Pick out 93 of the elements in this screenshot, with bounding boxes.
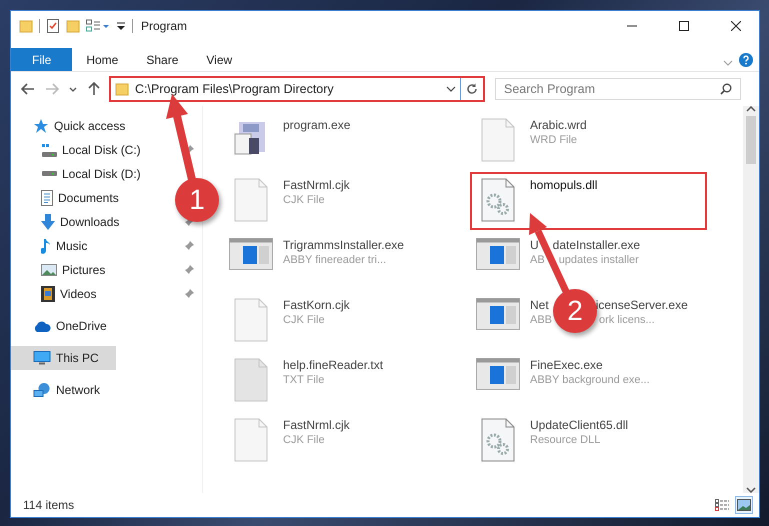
file-type: updates installer [558, 254, 639, 266]
sidebar-item[interactable]: Network [11, 378, 104, 402]
caret-icon [69, 86, 77, 92]
dropdown-caret-icon[interactable] [446, 85, 456, 93]
ribbon-tab[interactable]: Share [132, 48, 192, 71]
file-name: program.exe [283, 118, 350, 132]
gear-file-icon [481, 418, 515, 462]
file-type: ABB [530, 314, 552, 326]
file-icon [234, 298, 268, 342]
film-icon [41, 286, 55, 302]
file-type: ork licens... [599, 314, 655, 326]
scroll-up-icon[interactable] [746, 106, 756, 112]
sidebar-item[interactable]: Music [11, 234, 92, 258]
details-view-button[interactable] [713, 496, 731, 514]
help-icon[interactable] [739, 53, 753, 67]
maximize-icon [679, 21, 689, 31]
file-type: TXT File [283, 374, 324, 386]
refresh-icon[interactable] [466, 83, 478, 95]
address-bar[interactable]: C:\Program Files\Program Directory [109, 76, 485, 102]
file-name: UpdateClient65.dll [530, 418, 628, 432]
up-arrow-icon [88, 82, 100, 96]
minimize-icon [627, 25, 637, 27]
file-name: help.fineReader.txt [283, 358, 384, 372]
sidebar-item[interactable]: Videos [11, 282, 100, 306]
file-name: icenseServer.exe [596, 298, 688, 312]
file-name: FastNrml.cjk [283, 418, 350, 432]
sidebar-item[interactable]: This PC [11, 346, 116, 370]
star-icon [33, 118, 49, 134]
search-field[interactable]: Search Program [495, 78, 741, 100]
ribbon-tab[interactable]: Home [72, 48, 132, 71]
file-type: AB [530, 254, 545, 266]
back-arrow-icon [21, 83, 35, 95]
installer-icon [476, 358, 520, 390]
file-name: Arabic.wrd [530, 118, 587, 132]
file-type: ABBY background exe... [530, 374, 650, 386]
ribbon-tab[interactable]: File [11, 48, 72, 71]
details-view-icon [715, 499, 729, 511]
ribbon-tab[interactable]: View [192, 48, 246, 71]
file-icon [234, 178, 268, 222]
installer-icon [229, 238, 273, 270]
sidebar-item[interactable]: OneDrive [11, 314, 111, 338]
sidebar-item[interactable]: Local Disk (C:) [11, 138, 145, 162]
file-name: TrigrammsInstaller.exe [283, 238, 404, 252]
picture-icon [41, 264, 57, 276]
file-name: FastKorn.cjk [283, 298, 350, 312]
forward-arrow-icon [45, 83, 59, 95]
properties-icon[interactable] [46, 19, 60, 33]
scroll-down-icon[interactable] [746, 487, 756, 493]
drive-icon [41, 144, 57, 156]
file-name: dateInstaller.exe [552, 238, 640, 252]
file-name: homopuls.dll [530, 178, 598, 192]
file-type: CJK File [283, 434, 325, 446]
scroll-thumb[interactable] [746, 116, 756, 164]
download-icon [41, 214, 55, 230]
item-count: 114 items [23, 498, 76, 512]
file-icon [481, 118, 515, 162]
drive-icon [41, 171, 57, 177]
installer-icon [476, 238, 520, 270]
large-icons-view-icon [737, 499, 751, 511]
sidebar-item[interactable]: Documents [11, 186, 123, 210]
cloud-icon [33, 320, 51, 332]
folder-icon [19, 19, 33, 33]
file-name: FineExec.exe [530, 358, 603, 372]
file-name: Net [530, 298, 549, 312]
file-type: Resource DLL [530, 434, 600, 446]
sidebar-item[interactable]: Pictures [11, 258, 110, 282]
file-type: CJK File [283, 314, 325, 326]
large-icons-view-button[interactable] [735, 496, 753, 514]
file-type: WRD File [530, 134, 578, 146]
document-icon [41, 190, 53, 206]
folder-icon [115, 82, 129, 96]
gear-file-icon [481, 178, 515, 222]
music-note-icon [41, 238, 51, 254]
view-menu-icon[interactable] [86, 19, 110, 33]
network-icon [33, 382, 51, 398]
file-icon [234, 418, 268, 462]
file-name: U [530, 238, 539, 252]
scrollbar[interactable] [743, 106, 759, 493]
search-icon [720, 83, 732, 95]
address-path: C:\Program Files\Program Directory [135, 82, 335, 96]
file-name: FastNrml.cjk [283, 178, 350, 192]
sidebar-item[interactable]: Downloads [11, 210, 124, 234]
file-type: ABBY finereader tri... [283, 254, 386, 266]
file-type: CJK File [283, 194, 325, 206]
sidebar-item[interactable]: Quick access [11, 114, 130, 138]
installer-icon [476, 298, 520, 330]
file-icon [234, 358, 268, 402]
expand-ribbon-icon[interactable] [723, 59, 733, 67]
close-icon [731, 21, 741, 31]
highlighted-file-item[interactable]: homopuls.dll [470, 172, 707, 230]
computer-icon [33, 351, 51, 365]
window-title: Program [141, 19, 188, 33]
sidebar-item[interactable]: Local Disk (D:) [11, 162, 145, 186]
